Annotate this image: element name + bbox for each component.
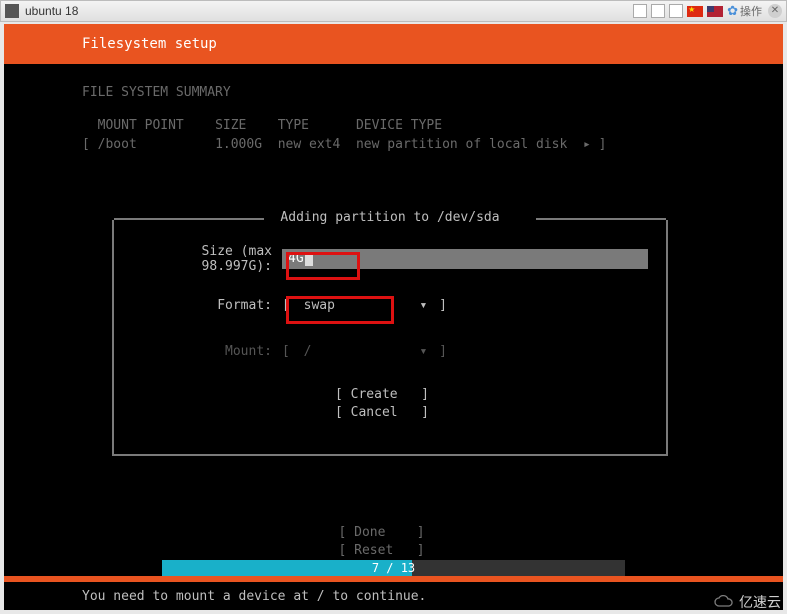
gear-icon[interactable]: ✿ <box>727 3 738 19</box>
titlebar: ubuntu 18 ✿ 操作 ✕ <box>0 0 787 22</box>
format-label: Format: <box>132 298 282 313</box>
watermark: 亿速云 <box>713 592 781 612</box>
window-title: ubuntu 18 <box>25 4 78 18</box>
done-button[interactable]: [ Done ] <box>339 524 449 542</box>
console-area: Filesystem setup FILE SYSTEM SUMMARY MOU… <box>4 24 783 610</box>
size-label: Size (max 98.997G): <box>132 244 282 274</box>
format-select[interactable]: [ swap▾ ] <box>282 298 447 313</box>
progress-label: 7 / 13 <box>162 560 625 576</box>
size-input[interactable]: 4G <box>282 249 648 269</box>
mount-select: [ /▾ ] <box>282 344 447 359</box>
window-control-icon[interactable] <box>651 4 665 18</box>
flag-cn-icon[interactable] <box>687 6 703 17</box>
close-icon[interactable]: ✕ <box>768 4 782 18</box>
size-row: Size (max 98.997G): 4G <box>132 248 648 270</box>
summary-heading: FILE SYSTEM SUMMARY <box>82 84 783 103</box>
page-title: Filesystem setup <box>4 24 783 64</box>
reset-button[interactable]: [ Reset ] <box>339 542 449 560</box>
progress-bar: 7 / 13 <box>162 560 625 576</box>
window-control-icon[interactable] <box>669 4 683 18</box>
format-row: Format: [ swap▾ ] <box>132 294 648 316</box>
add-partition-dialog: Adding partition to /dev/sda Size (max 9… <box>112 220 668 456</box>
text-cursor <box>305 252 313 266</box>
hint-message: You need to mount a device at / to conti… <box>82 589 426 604</box>
cloud-icon <box>713 595 735 609</box>
window-control-icon[interactable] <box>633 4 647 18</box>
mount-label: Mount: <box>132 344 282 359</box>
cancel-button[interactable]: [ Cancel ] <box>335 404 445 422</box>
summary-header-row: MOUNT POINT SIZE TYPE DEVICE TYPE <box>82 117 783 136</box>
create-button[interactable]: [ Create ] <box>335 386 445 404</box>
flag-us-icon[interactable] <box>707 6 723 17</box>
ops-menu[interactable]: 操作 <box>740 3 762 19</box>
dialog-title: Adding partition to /dev/sda <box>114 210 666 225</box>
orange-divider <box>4 576 783 582</box>
chevron-down-icon: ▾ <box>416 344 432 359</box>
chevron-down-icon: ▾ <box>416 298 432 313</box>
summary-data-row[interactable]: [ /boot 1.000G new ext4 new partition of… <box>82 136 783 155</box>
mount-row: Mount: [ /▾ ] <box>132 340 648 362</box>
app-icon <box>5 4 19 18</box>
